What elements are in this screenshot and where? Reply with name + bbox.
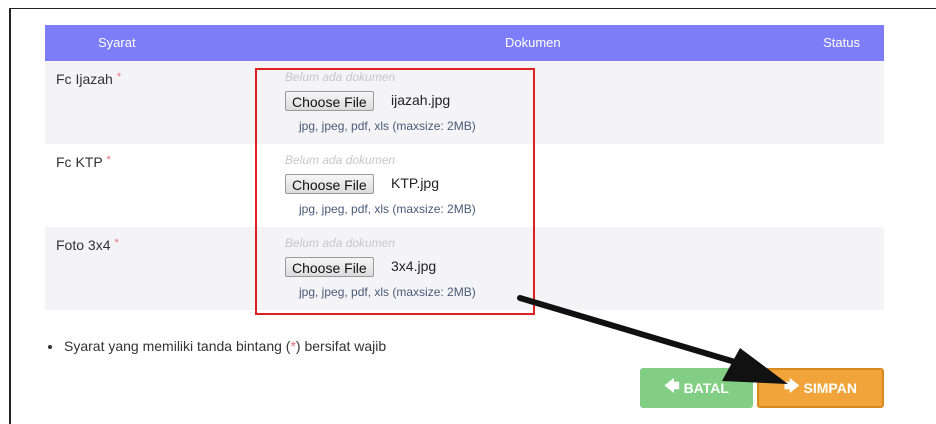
annotation-arrow [517, 295, 788, 384]
